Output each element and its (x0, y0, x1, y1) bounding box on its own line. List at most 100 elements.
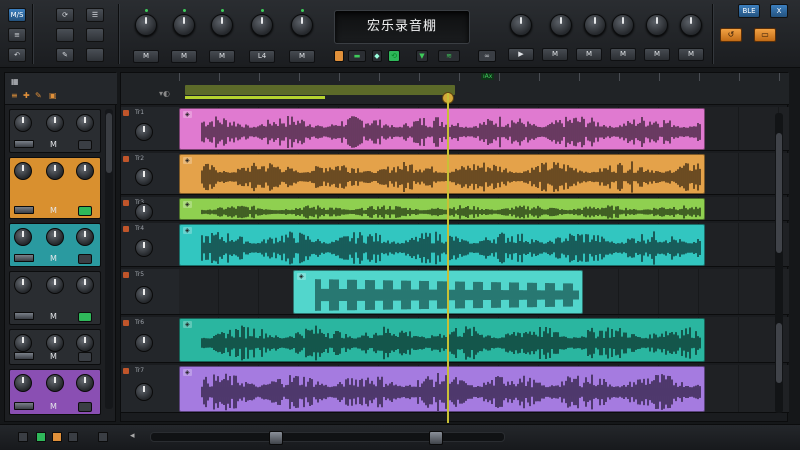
strip-3-mute-button[interactable] (78, 254, 92, 264)
knob-5[interactable] (291, 14, 313, 36)
bottom-btn-3[interactable] (52, 432, 62, 442)
track-header-6[interactable]: Tr6 (121, 317, 179, 363)
panel-icon[interactable]: ▣ (49, 91, 57, 100)
tool-c-button[interactable] (86, 48, 104, 62)
knob-5-button[interactable]: M (289, 50, 315, 63)
knob-2-button[interactable]: M (171, 50, 197, 63)
record-arm-icon[interactable] (334, 50, 344, 62)
audio-clip-7[interactable]: ◈ (179, 366, 705, 412)
vertical-scrollbar[interactable] (775, 113, 783, 413)
edit-icon[interactable]: ✎ (35, 91, 42, 100)
audio-clip-1[interactable]: ◈ (179, 108, 705, 150)
strip-6-send-knob[interactable] (76, 374, 94, 392)
transport-play-button[interactable]: ▶ (508, 48, 534, 61)
strip-4-pan-knob[interactable] (46, 276, 64, 294)
track-3-record-led[interactable] (123, 200, 129, 206)
strip-4-gain-knob[interactable] (14, 276, 32, 294)
knob-2[interactable] (173, 14, 195, 36)
bottom-btn-5[interactable] (98, 432, 108, 442)
undo-orange-button[interactable]: ↺ (720, 28, 742, 42)
strip-2-fader[interactable] (14, 206, 34, 214)
hscroll-thumb-b[interactable] (429, 431, 443, 445)
track-1-volume-knob[interactable] (135, 123, 153, 141)
knob-8-button[interactable]: M (576, 48, 602, 61)
add-icon[interactable]: ✚ (23, 91, 30, 100)
knob-11-button[interactable]: M (678, 48, 704, 61)
strip-5-mute-button[interactable] (78, 352, 92, 362)
track-header-1[interactable]: Tr1 (121, 107, 179, 151)
strip-6-gain-knob[interactable] (14, 374, 32, 392)
mixer-scrollbar[interactable] (105, 109, 113, 409)
track-4-record-led[interactable] (123, 226, 129, 232)
track-header-2[interactable]: Tr2 (121, 153, 179, 195)
audio-clip-3[interactable]: ◈ (179, 198, 705, 220)
zoom-icon[interactable]: ▾◐ (159, 89, 170, 98)
horizontal-scrollbar[interactable] (150, 431, 505, 445)
undo-button[interactable]: ↶ (8, 48, 26, 62)
track-7-volume-knob[interactable] (135, 383, 153, 401)
strip-1-gain-knob[interactable] (14, 114, 32, 132)
audio-clip-6[interactable]: ◈ (179, 318, 705, 362)
link-icon[interactable]: ∞ (478, 50, 496, 62)
time-ruler[interactable]: ıAx (179, 73, 789, 105)
grid-icon[interactable]: ▦ (11, 77, 19, 86)
knob-4-button[interactable]: L4 (249, 50, 275, 63)
track-5-record-led[interactable] (123, 272, 129, 278)
knob-10[interactable] (646, 14, 668, 36)
view-orange-button[interactable]: ▭ (754, 28, 776, 42)
knob-1[interactable] (135, 14, 157, 36)
strip-6-fader[interactable] (14, 402, 34, 410)
strip-3-pan-knob[interactable] (46, 228, 64, 246)
strip-1-send-knob[interactable] (76, 114, 94, 132)
loop-toggle[interactable]: ⟲ (388, 50, 400, 62)
list-icon[interactable]: ≡ (11, 91, 18, 100)
mode-button[interactable]: BLE (738, 4, 760, 18)
track-header-3[interactable]: Tr3 (121, 197, 179, 221)
strip-6-mute-button[interactable] (78, 402, 92, 412)
tool-b-button[interactable] (86, 28, 104, 42)
loop-region[interactable] (185, 85, 455, 95)
list-button[interactable]: ≡ (8, 28, 26, 42)
audio-clip-2[interactable]: ◈ (179, 154, 705, 194)
audio-clip-4[interactable]: ◈ (179, 224, 705, 266)
strip-3-send-knob[interactable] (76, 228, 94, 246)
knob-9[interactable] (612, 14, 634, 36)
strip-2-gain-knob[interactable] (14, 162, 32, 180)
strip-4-mute-button[interactable] (78, 312, 92, 322)
knob-10-button[interactable]: M (644, 48, 670, 61)
strip-4-fader[interactable] (14, 312, 34, 320)
scroll-left-icon[interactable]: ◂ (130, 431, 135, 441)
track-5-volume-knob[interactable] (135, 286, 153, 304)
strip-1-fader[interactable] (14, 140, 34, 148)
menu-button[interactable]: ☰ (86, 8, 104, 22)
strip-6-pan-knob[interactable] (46, 374, 64, 392)
selection-region[interactable] (185, 96, 325, 99)
bottom-btn-1[interactable] (18, 432, 28, 442)
track-6-record-led[interactable] (123, 320, 129, 326)
strip-2-pan-knob[interactable] (46, 162, 64, 180)
pencil-button[interactable]: ✎ (56, 48, 74, 62)
knob-3-button[interactable]: M (209, 50, 235, 63)
knob-11[interactable] (680, 14, 702, 36)
strip-5-fader[interactable] (14, 352, 34, 360)
tuner-icon[interactable]: ◆ (372, 50, 382, 62)
strip-4-send-knob[interactable] (76, 276, 94, 294)
strip-3-fader[interactable] (14, 254, 34, 262)
strip-1-mute-button[interactable] (78, 140, 92, 150)
track-3-volume-knob[interactable] (135, 203, 153, 221)
track-6-volume-knob[interactable] (135, 334, 153, 352)
ruler-marker[interactable]: ıAx (481, 73, 495, 80)
knob-6[interactable] (510, 14, 532, 36)
strip-5-send-knob[interactable] (76, 334, 94, 352)
audio-clip-5[interactable]: ◈ (293, 270, 583, 314)
bottom-btn-4[interactable] (68, 432, 78, 442)
ms-button[interactable]: M/S (8, 8, 26, 22)
playhead[interactable] (447, 93, 449, 423)
track-header-4[interactable]: Tr4 (121, 223, 179, 267)
knob-7[interactable] (550, 14, 572, 36)
strip-3-gain-knob[interactable] (14, 228, 32, 246)
sync-button[interactable]: ⟳ (56, 8, 74, 22)
track-4-volume-knob[interactable] (135, 239, 153, 257)
strip-1-pan-knob[interactable] (46, 114, 64, 132)
tool-a-button[interactable] (56, 28, 74, 42)
